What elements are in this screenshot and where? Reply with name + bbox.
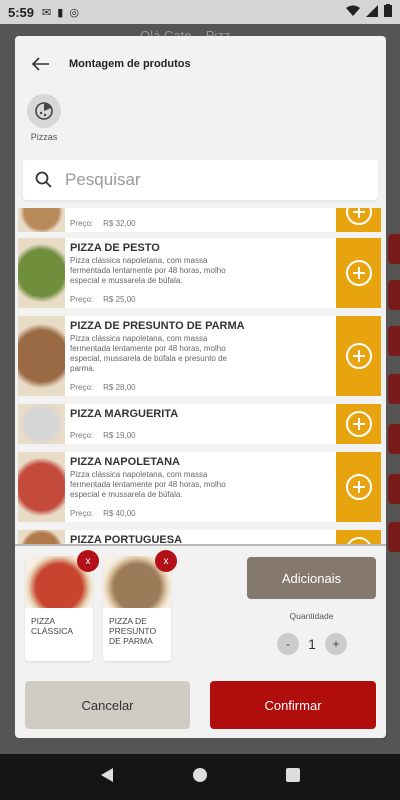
background-tab xyxy=(388,234,400,264)
price-label: Preço: xyxy=(70,431,94,440)
add-product-button[interactable] xyxy=(336,530,381,544)
background-tab xyxy=(388,374,400,404)
product-image xyxy=(18,404,65,444)
selected-item: PIZZA DE PRESUNTO DE PARMA x xyxy=(103,550,177,661)
wifi-icon xyxy=(346,5,360,20)
price-label: Preço: xyxy=(70,383,94,392)
product-price: Preço: R$ 28,00 xyxy=(70,383,136,392)
back-nav-icon[interactable] xyxy=(99,767,115,788)
gmail-icon: ✉ xyxy=(42,6,52,19)
product-name: PIZZA DE PRESUNTO DE PARMA xyxy=(70,320,245,332)
status-bar: 5:59 ✉ ▮ ◎ xyxy=(0,0,400,24)
search-icon xyxy=(35,171,52,188)
product-list[interactable]: Preço: R$ 32,00 PIZZA DE PESTO Pizza clás… xyxy=(18,208,381,544)
product-row[interactable]: Preço: R$ 32,00 xyxy=(18,208,381,232)
product-info: PIZZA DE PRESUNTO DE PARMA Pizza clássic… xyxy=(65,316,336,396)
back-button[interactable] xyxy=(29,52,53,76)
product-image xyxy=(18,530,65,544)
background-tab xyxy=(388,280,400,310)
price-label: Preço: xyxy=(70,219,94,228)
category-label: Pizzas xyxy=(30,132,58,142)
recents-nav-icon[interactable] xyxy=(285,767,301,788)
product-name: PIZZA NAPOLETANA xyxy=(70,456,180,468)
status-time: 5:59 xyxy=(8,4,35,20)
product-price: Preço: R$ 25,00 xyxy=(70,295,136,304)
product-description: Pizza clássica napoletana, com massa fer… xyxy=(70,256,226,285)
background-tab xyxy=(388,474,400,504)
price-value: R$ 19,00 xyxy=(103,431,136,440)
product-row[interactable]: PIZZA NAPOLETANA Pizza clássica napoleta… xyxy=(18,452,381,522)
navigation-bar xyxy=(0,754,400,800)
product-row[interactable]: PIZZA DE PRESUNTO DE PARMA Pizza clássic… xyxy=(18,316,381,396)
background-tab xyxy=(388,326,400,356)
selected-item-label: PIZZA CLÁSSICA xyxy=(31,616,74,636)
add-product-button[interactable] xyxy=(336,404,381,444)
selected-item: PIZZA CLÁSSICA x xyxy=(25,550,99,661)
product-name: PIZZA PORTUGUESA xyxy=(70,534,183,544)
product-image xyxy=(18,238,65,308)
product-image xyxy=(18,208,65,232)
dialog-header: Montagem de produtos xyxy=(15,36,386,92)
product-row[interactable]: PIZZA DE PESTO Pizza clássica napoletana… xyxy=(18,238,381,308)
product-description: Pizza clássica napoletana, com massa fer… xyxy=(70,334,227,373)
home-nav-icon[interactable] xyxy=(192,767,208,788)
product-description: Pizza clássica napoletana, com massa fer… xyxy=(70,470,226,499)
plus-circle-icon xyxy=(345,343,372,369)
plus-circle-icon xyxy=(345,260,372,286)
product-price: Preço: R$ 32,00 xyxy=(70,219,136,228)
product-info: Preço: R$ 32,00 xyxy=(65,208,336,232)
product-info: PIZZA DE PESTO Pizza clássica napoletana… xyxy=(65,238,336,308)
adicionais-button[interactable]: Adicionais xyxy=(247,557,376,599)
background-tab xyxy=(388,522,400,552)
product-price: Preço: R$ 40,00 xyxy=(70,509,136,518)
plus-circle-icon xyxy=(345,411,372,437)
dialog-title: Montagem de produtos xyxy=(69,58,191,70)
price-value: R$ 32,00 xyxy=(103,219,136,228)
plus-circle-icon xyxy=(345,537,372,544)
product-name: PIZZA MARGUERITA xyxy=(70,408,179,420)
product-row[interactable]: PIZZA PORTUGUESA xyxy=(18,530,381,544)
add-product-button[interactable] xyxy=(336,316,381,396)
remove-item-button[interactable]: x xyxy=(77,550,99,572)
divider xyxy=(15,544,386,546)
product-info: PIZZA NAPOLETANA Pizza clássica napoleta… xyxy=(65,452,336,522)
search-bar[interactable] xyxy=(23,160,378,200)
background-tab xyxy=(388,424,400,454)
selected-item-label: PIZZA DE PRESUNTO DE PARMA xyxy=(109,616,157,646)
add-product-button[interactable] xyxy=(336,452,381,522)
arrow-left-icon xyxy=(32,57,49,71)
product-info: PIZZA PORTUGUESA xyxy=(65,530,336,544)
battery-icon xyxy=(384,4,392,20)
product-price: Preço: R$ 19,00 xyxy=(70,431,136,440)
category-pizzas[interactable]: Pizzas xyxy=(26,94,62,142)
product-image xyxy=(18,452,65,522)
price-label: Preço: xyxy=(70,295,94,304)
price-label: Preço: xyxy=(70,509,94,518)
price-value: R$ 28,00 xyxy=(103,383,136,392)
signal-icon xyxy=(366,4,378,20)
product-name: PIZZA DE PESTO xyxy=(70,242,160,254)
cancel-button[interactable]: Cancelar xyxy=(25,681,190,729)
add-product-button[interactable] xyxy=(336,208,381,232)
remove-item-button[interactable]: x xyxy=(155,550,177,572)
quantity-label: Quantidade xyxy=(289,611,334,621)
quantity-value: 1 xyxy=(308,636,316,652)
price-value: R$ 25,00 xyxy=(103,295,136,304)
decrement-button[interactable]: - xyxy=(277,633,299,655)
sync-icon: ◎ xyxy=(69,6,79,19)
pizza-icon xyxy=(27,94,61,128)
quantity-stepper: - 1 + xyxy=(277,632,347,656)
add-product-button[interactable] xyxy=(336,238,381,308)
plus-circle-icon xyxy=(345,474,372,500)
search-input[interactable] xyxy=(65,170,325,190)
product-info: PIZZA MARGUERITA Preço: R$ 19,00 xyxy=(65,404,336,444)
sd-card-icon: ▮ xyxy=(57,6,64,19)
price-value: R$ 40,00 xyxy=(103,509,136,518)
product-image xyxy=(18,316,65,396)
product-assembly-dialog: Montagem de produtos Pizzas Preço: R$ 32,… xyxy=(15,36,386,738)
plus-circle-icon xyxy=(345,208,372,225)
product-row[interactable]: PIZZA MARGUERITA Preço: R$ 19,00 xyxy=(18,404,381,444)
increment-button[interactable]: + xyxy=(324,633,347,655)
confirm-button[interactable]: Confirmar xyxy=(210,681,376,729)
